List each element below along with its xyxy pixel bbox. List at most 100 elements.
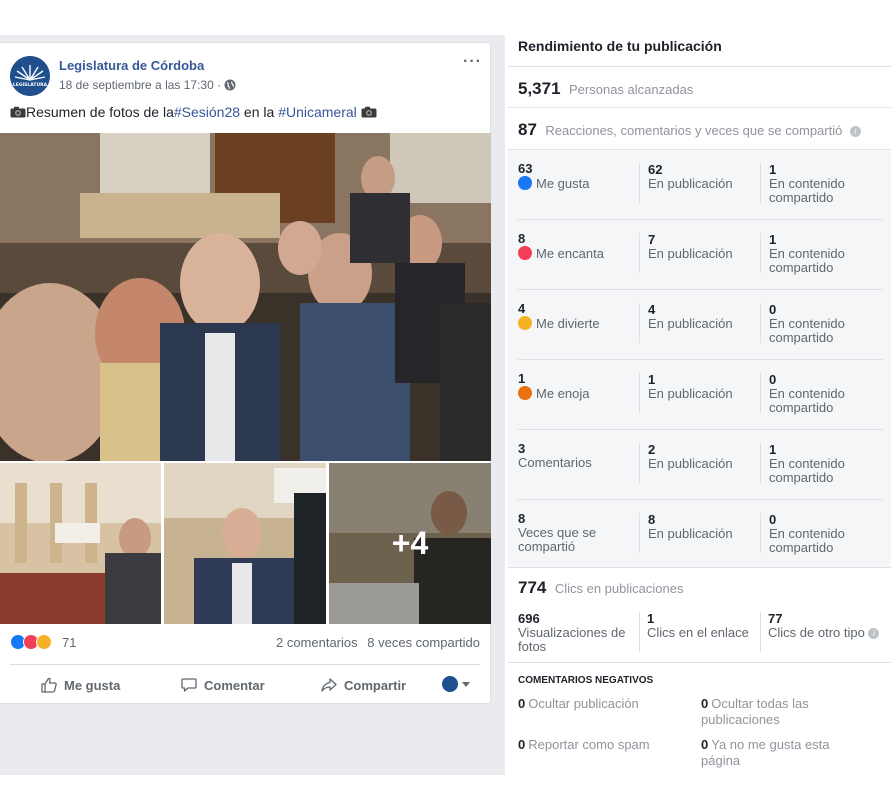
breakdown-total: 4 Me divierte [518,302,638,331]
thumbs-up-icon [41,677,57,693]
on-post-value: 1 [648,372,656,387]
engagement-label: Reacciones, comentarios y veces que se c… [545,123,843,138]
thumbnail-photo[interactable] [0,463,161,624]
people-reached-label: Personas alcanzadas [569,82,694,97]
other-clicks: 77 Clics de otro tipo i [760,612,885,652]
hide-all-metric: 0 Ocultar todas las publicaciones [701,696,871,728]
people-reached-value: 5,371 [518,79,561,98]
other-clicks-label: Clics de otro tipo [768,625,865,640]
breakdown-value: 4 [518,301,526,316]
breakdown-label: Veces que se compartió [518,525,597,554]
share-button-label: Compartir [344,677,407,693]
reaction-count[interactable]: 71 [62,635,76,650]
breakdown-on-shares: 1 En contenido compartido [760,232,885,275]
hide-all-value: 0 [701,696,709,711]
on-post-label: En publicación [648,316,733,331]
people-reached-row: 5,371 Personas alcanzadas [508,67,891,108]
on-shares-value: 1 [769,162,777,177]
panel-title: Rendimiento de tu publicación [508,31,891,67]
breakdown-row-angry: 1 Me enoja 1 En publicación 0 En conteni… [508,360,891,430]
post-clicks-value: 774 [518,578,547,597]
report-spam-value: 0 [518,737,526,752]
on-post-value: 2 [648,442,656,457]
post-text-middle: en la [240,104,279,120]
thumbnail-photo[interactable] [164,463,326,624]
more-photos-count[interactable]: +4 [329,463,491,624]
breakdown-value: 63 [518,161,533,176]
link-clicks: 1 Clics en el enlace [639,612,760,652]
comment-button-label: Comentar [204,677,265,693]
photo-views-value: 696 [518,611,540,626]
haha-icon [518,316,532,330]
hide-post-value: 0 [518,696,526,711]
link-clicks-value: 1 [647,611,655,626]
page-avatar[interactable]: LEGISLATURA [10,56,50,96]
breakdown-row-shares: 8 Veces que se compartió 8 En publicació… [508,500,891,570]
post-clicks-label: Clics en publicaciones [554,581,684,596]
breakdown-total: 63 Me gusta [518,162,638,191]
chevron-down-icon [462,681,470,687]
post-text: Resumen de fotos de la #Sesión28 en la #… [10,104,377,120]
like-icon [518,176,532,190]
breakdown-on-post: 1 En publicación [639,373,759,413]
breakdown-on-post: 4 En publicación [639,303,759,343]
other-clicks-value: 77 [768,611,783,626]
share-icon [321,678,337,692]
post-action-bar: Me gusta Comentar Compartir [10,664,480,704]
like-button[interactable]: Me gusta [40,676,120,694]
on-shares-label: En contenido compartido [769,246,845,275]
main-photo[interactable] [0,133,491,461]
report-spam-metric: 0 Reportar como spam [518,737,688,753]
hide-post-label: Ocultar publicación [528,696,639,711]
post-header: LEGISLATURA Legislatura de Córdoba 18 de… [10,54,482,96]
reaction-icons[interactable] [10,634,52,650]
breakdown-on-shares: 1 En contenido compartido [760,442,885,485]
reactions-summary: 71 2 comentarios 8 veces compartido [10,634,480,654]
breakdown-row-love: 8 Me encanta 7 En publicación 1 En conte… [508,220,891,290]
on-post-label: En publicación [648,386,733,401]
negative-feedback-section: Comentarios negativos 0 Ocultar publicaci… [508,663,891,775]
info-icon[interactable]: i [849,126,861,137]
on-shares-label: En contenido compartido [769,526,845,555]
more-photos-thumbnail[interactable]: +4 [329,463,491,624]
more-options-icon[interactable]: ··· [463,54,482,70]
breakdown-on-post: 62 En publicación [639,163,759,203]
breakdown-row-comments: 3 Comentarios 2 En publicación 1 En cont… [508,430,891,500]
unlike-page-label: Ya no me gusta esta página [701,737,830,768]
on-shares-value: 1 [769,442,777,457]
camera-icon [10,106,26,118]
breakdown-row-likes: 63 Me gusta 62 En publicación 1 En conte… [508,150,891,220]
info-icon[interactable]: i [868,628,880,639]
comments-count-link[interactable]: 2 comentarios [276,635,358,650]
photo-views: 696 Visualizaciones de fotos [518,612,639,654]
breakdown-label: Me enoja [536,386,590,401]
on-post-label: En publicación [648,246,733,261]
on-shares-label: En contenido compartido [769,386,845,415]
hide-post-metric: 0 Ocultar publicación [518,696,688,712]
post-as-selector[interactable] [442,676,470,692]
post-clicks-header: 774 Clics en publicaciones [518,578,683,598]
engagement-value: 87 [518,120,537,139]
hashtag-sesion28[interactable]: #Sesión28 [174,104,240,120]
on-post-label: En publicación [648,526,733,541]
unlike-page-metric: 0 Ya no me gusta esta página [701,737,871,769]
shares-count-link[interactable]: 8 veces compartido [367,635,480,650]
unlike-page-value: 0 [701,737,709,752]
page-name-link[interactable]: Legislatura de Córdoba [59,58,204,73]
on-post-label: En publicación [648,176,733,191]
breakdown-value: 8 [518,511,526,526]
breakdown-on-post: 8 En publicación [639,513,759,553]
on-shares-value: 0 [769,372,777,387]
on-shares-value: 1 [769,232,777,247]
post-clicks-section: 774 Clics en publicaciones 696 Visualiza… [508,567,891,663]
breakdown-on-shares: 0 En contenido compartido [760,512,885,555]
hashtag-unicameral[interactable]: #Unicameral [278,104,357,120]
breakdown-label: Me gusta [536,176,590,191]
comment-button[interactable]: Comentar [180,676,265,694]
breakdown-value: 8 [518,231,526,246]
on-shares-value: 0 [769,512,777,527]
breakdown-label: Me encanta [536,246,604,261]
share-button[interactable]: Compartir [320,676,406,694]
svg-text:LEGISLATURA: LEGISLATURA [13,82,48,88]
post-timestamp[interactable]: 18 de septiembre a las 17:30 · [59,78,236,92]
